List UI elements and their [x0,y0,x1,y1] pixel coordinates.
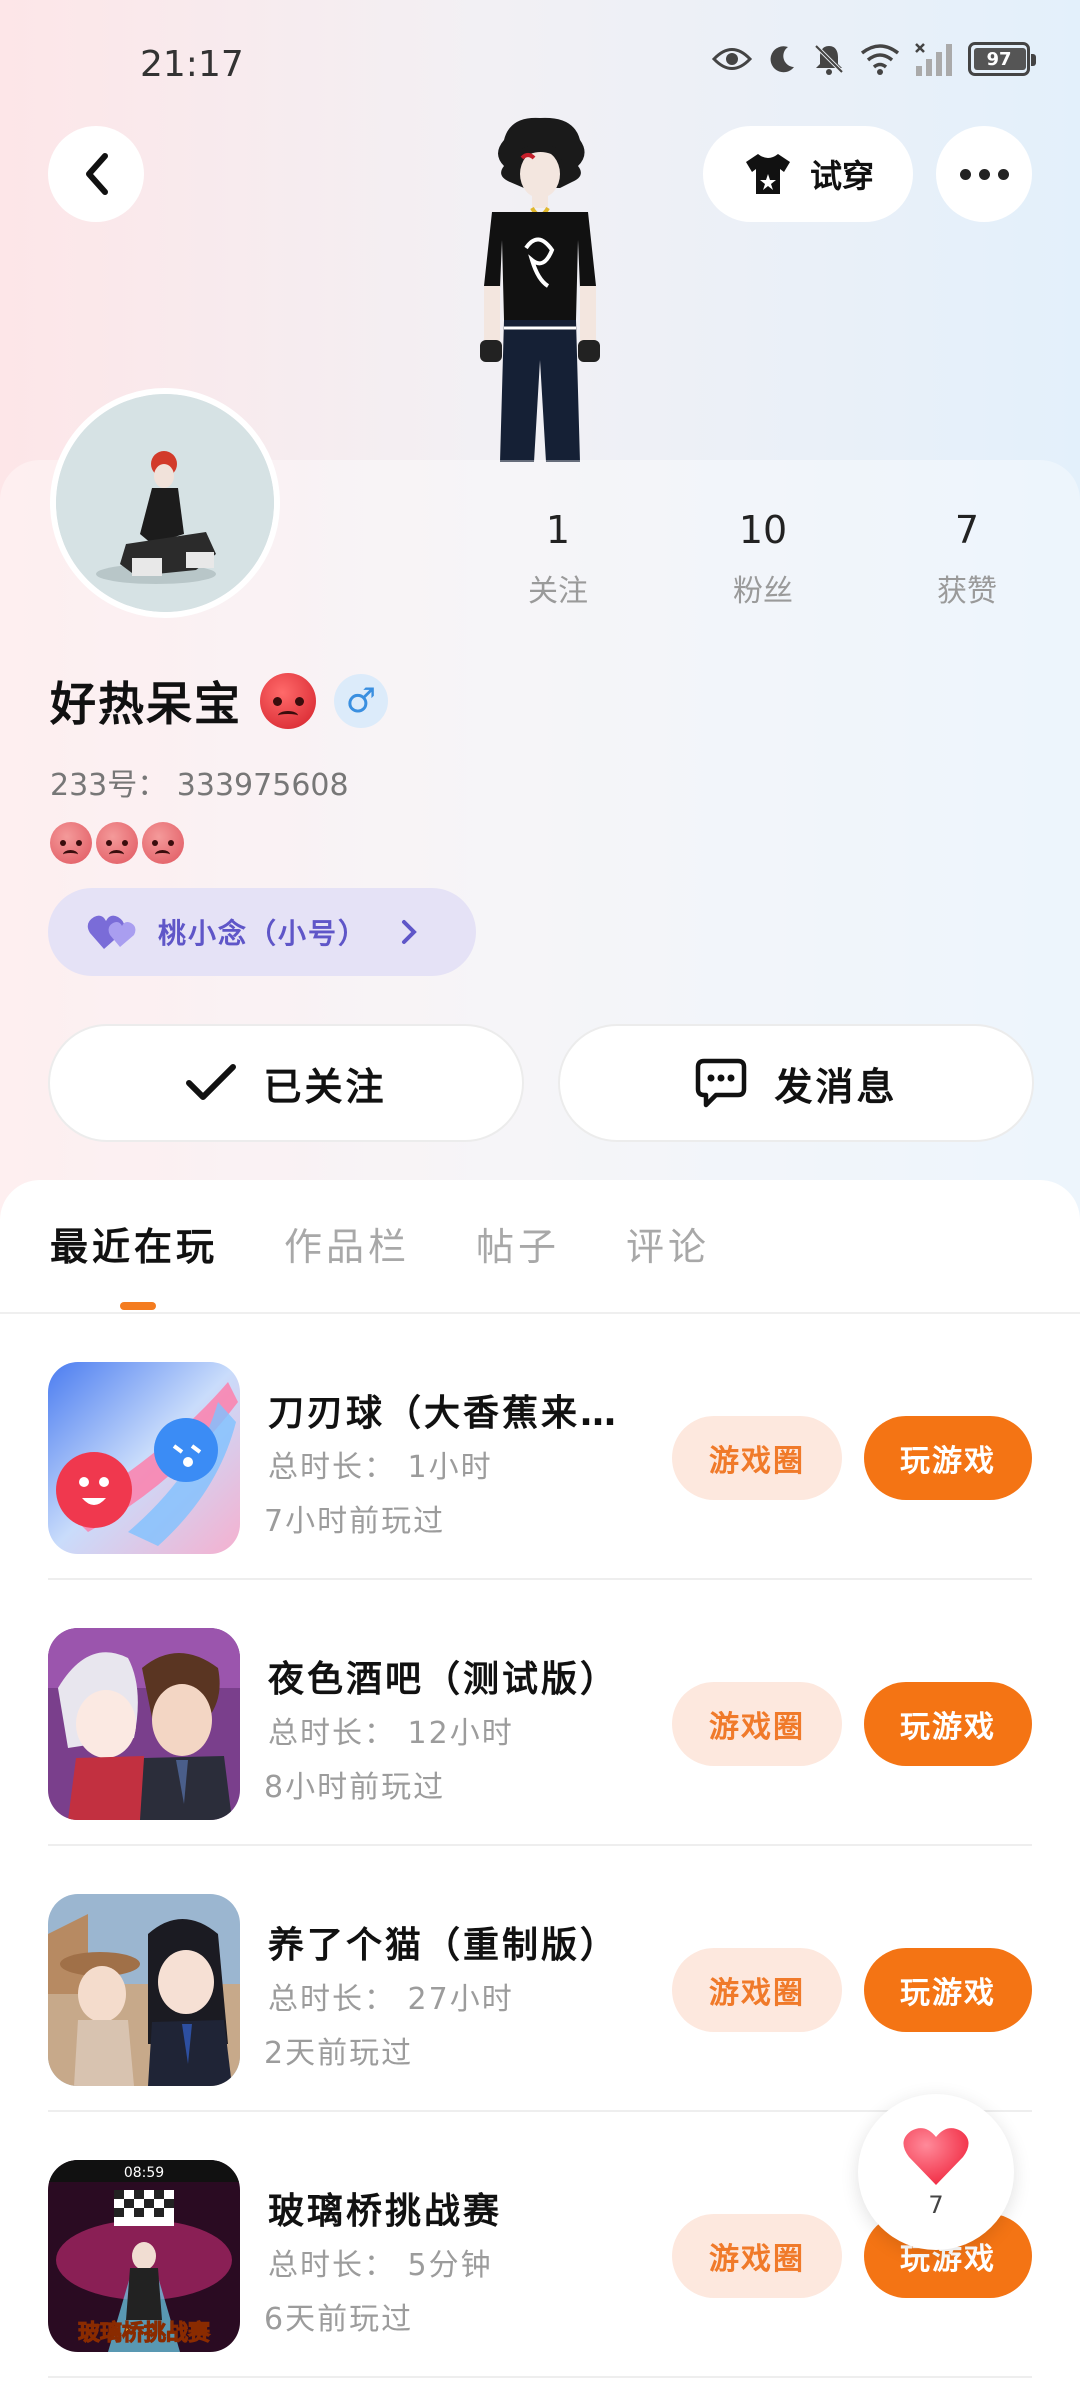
more-dot-icon [997,168,1009,180]
blade-ball-art [48,1362,240,1554]
game-last-played: 6天前玩过 [264,2302,414,2337]
game-circle-button[interactable]: 游戏圈 [672,1416,842,1500]
check-icon [186,1064,237,1100]
tshirt-icon [745,154,790,194]
tab-works[interactable]: 作品栏 [284,1216,410,1271]
signal-icon [915,43,952,76]
game-title: 夜色酒吧（测试版） [268,1659,620,1700]
game-duration: 总时长： 1小时 [268,1450,493,1485]
game-circle-button[interactable]: 游戏圈 [672,2214,842,2298]
play-game-button[interactable]: 玩游戏 [864,1416,1032,1500]
angry-emoji-icon [260,673,316,729]
row-divider [48,2376,1032,2378]
game-icon-blade-ball[interactable] [48,1362,240,1554]
male-gender-icon: ♂ [334,674,388,728]
user-id: 233号： 333975608 [50,768,349,803]
moon-icon [770,46,794,73]
alt-account-link[interactable]: 桃小念（小号） [48,888,476,976]
like-count: 7 [928,2191,944,2219]
tab-comments[interactable]: 评论 [626,1216,710,1271]
game-circle-button[interactable]: 游戏圈 [672,1682,842,1766]
status-icons: 97 [712,42,1036,76]
badge-emojis [50,822,184,864]
angry-emoji-icon [96,822,138,864]
profile-tabs: 最近在玩 作品栏 帖子 评论 [50,1216,776,1271]
chevron-left-icon [86,153,108,195]
tab-active-indicator [120,1302,156,1310]
message-button-label: 发消息 [774,1064,898,1109]
character-avatar [480,117,600,462]
stat-fans[interactable]: 10 粉丝 [688,508,838,610]
game-row[interactable]: 刀刃球（大香蕉来… 总时长： 1小时 7小时前玩过 游戏圈 玩游戏 [48,1314,1032,1580]
game-row[interactable]: 养了个猫（重制版） 总时长： 27小时 2天前玩过 游戏圈 玩游戏 [48,1846,1032,2112]
message-button[interactable]: 发消息 [558,1024,1034,1142]
game-last-played: 7小时前玩过 [264,1504,446,1539]
game-title: 养了个猫（重制版） [268,1925,620,1966]
angry-emoji-icon [50,822,92,864]
chevron-right-icon [402,920,417,944]
back-button[interactable] [48,126,144,222]
night-bar-art [48,1628,240,1820]
game-title: 玻璃桥挑战赛 [268,2191,503,2232]
more-button[interactable] [936,126,1032,222]
game-last-played: 8小时前玩过 [264,1770,446,1805]
likes-label: 获赞 [937,574,997,609]
try-on-button[interactable]: 试穿 [703,126,913,222]
game-duration: 总时长： 27小时 [268,1982,514,2017]
like-button[interactable]: 7 [858,2094,1014,2250]
game-duration: 总时长： 12小时 [268,1716,514,1751]
stat-likes[interactable]: 7 获赞 [892,508,1042,610]
status-time: 21:17 [140,44,244,85]
chat-bubble-icon [696,1058,747,1108]
game-hud-time: 08:59 [124,2165,164,2181]
cat-game-art [48,1894,240,2086]
username: 好热呆宝 [50,677,242,731]
fans-count: 10 [738,508,788,552]
game-icon-banner: 玻璃桥挑战赛 [78,2320,211,2346]
glass-bridge-art: 08:59 玻璃桥挑战赛 [48,2160,240,2352]
game-row[interactable]: 夜色酒吧（测试版） 总时长： 12小时 8小时前玩过 游戏圈 玩游戏 [48,1580,1032,1846]
avatar-figure [56,394,274,612]
battery-icon: 97 [968,42,1036,76]
game-icon-glass-bridge[interactable]: 08:59 玻璃桥挑战赛 [48,2160,240,2352]
game-circle-button[interactable]: 游戏圈 [672,1948,842,2032]
more-dot-icon [978,168,990,180]
game-icon-cat[interactable] [48,1894,240,2086]
more-dot-icon [959,168,971,180]
avatar[interactable] [50,388,280,618]
eye-icon [712,48,752,70]
play-game-button[interactable]: 玩游戏 [864,1682,1032,1766]
tab-recently-played[interactable]: 最近在玩 [50,1216,218,1271]
stat-following[interactable]: 1 关注 [483,508,633,610]
play-game-button[interactable]: 玩游戏 [864,1948,1032,2032]
battery-level: 97 [986,48,1012,70]
double-heart-icon [87,915,136,949]
likes-count: 7 [954,508,980,552]
game-title: 刀刃球（大香蕉来… [268,1393,620,1434]
following-button[interactable]: 已关注 [48,1024,524,1142]
tab-posts[interactable]: 帖子 [476,1216,560,1271]
username-row: 好热呆宝 ♂ [50,668,388,734]
try-on-label: 试穿 [809,157,874,195]
alt-account-label: 桃小念（小号） [158,917,369,950]
following-label: 关注 [528,574,588,609]
following-button-label: 已关注 [263,1064,387,1109]
game-duration: 总时长： 5分钟 [268,2248,493,2283]
wifi-icon [860,44,900,75]
fans-label: 粉丝 [733,574,793,609]
heart-icon [903,2128,969,2185]
bell-off-icon [814,44,844,75]
angry-emoji-icon [142,822,184,864]
following-count: 1 [545,508,571,552]
game-icon-night-bar[interactable] [48,1628,240,1820]
game-last-played: 2天前玩过 [264,2036,414,2071]
